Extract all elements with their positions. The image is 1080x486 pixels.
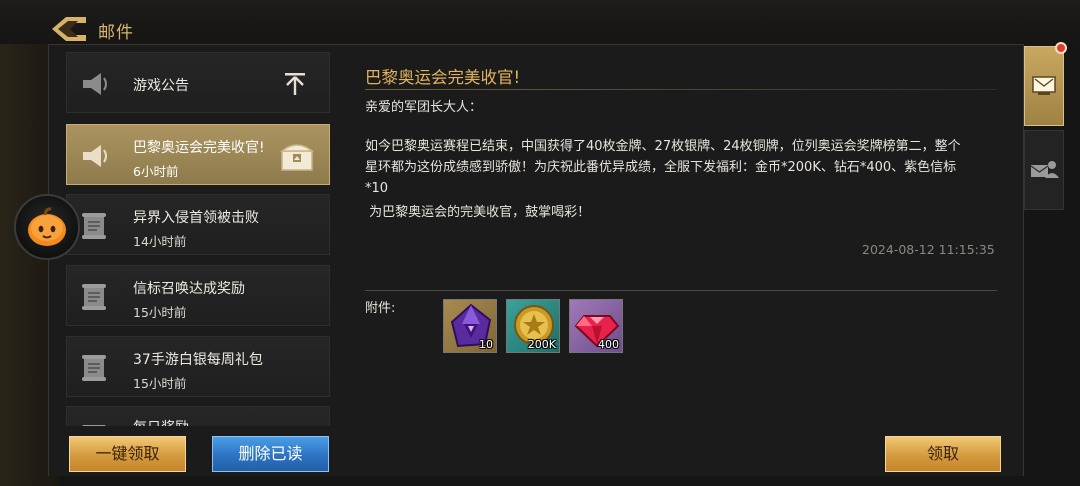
megaphone-icon bbox=[83, 73, 107, 95]
mail-title: 信标召唤达成奖励 bbox=[133, 281, 245, 297]
attachment-label: 附件: bbox=[365, 301, 396, 316]
mail-list[interactable]: 游戏公告 巴黎奥运会完美收官! 6小时前 异界入侵首领被击败 14小时前 信标召… bbox=[66, 52, 330, 426]
pumpkin-mascot-button[interactable] bbox=[14, 194, 80, 260]
tab-system-mail[interactable] bbox=[1024, 46, 1064, 126]
mail-item-olympics[interactable]: 巴黎奥运会完美收官! 6小时前 bbox=[66, 124, 330, 185]
contacts-mail-icon bbox=[1030, 161, 1059, 178]
page-title: 邮件 bbox=[98, 23, 134, 43]
mail-item-beacon-reward[interactable]: 信标召唤达成奖励 15小时前 bbox=[66, 265, 330, 326]
attachment-qty: 400 bbox=[598, 338, 619, 351]
mail-signoff: 为巴黎奥运会的完美收官，鼓掌喝彩！ bbox=[365, 205, 591, 220]
header-bar bbox=[0, 0, 1080, 44]
mail-body-line: 如今巴黎奥运赛程已结束，中国获得了40枚金牌、27枚银牌、24枚铜牌，位列奥运会… bbox=[365, 139, 961, 154]
back-arrow-icon bbox=[52, 17, 86, 41]
back-button[interactable] bbox=[50, 14, 88, 44]
scroll-icon bbox=[82, 284, 106, 310]
scroll-icon bbox=[82, 213, 106, 239]
mail-body-line: *10 bbox=[365, 181, 389, 196]
pin-top-icon bbox=[285, 73, 305, 95]
mail-body-line: 星环都为这份成绩感到骄傲！为庆祝此番优异成绩，全服下发福利：金币*200K、钻石… bbox=[365, 160, 957, 175]
megaphone-icon bbox=[83, 145, 107, 167]
claim-button[interactable]: 领取 bbox=[885, 436, 1001, 472]
scroll-icon bbox=[82, 425, 106, 426]
mail-body: 如今巴黎奥运赛程已结束，中国获得了40枚金牌、27枚银牌、24枚铜牌，位列奥运会… bbox=[365, 136, 1000, 199]
attachment-divider bbox=[365, 290, 997, 291]
mail-title: 每日奖励 bbox=[133, 417, 189, 426]
mail-time: 15小时前 bbox=[133, 305, 187, 320]
attachment-qty: 10 bbox=[479, 338, 493, 351]
mail-timestamp: 2024-08-12 11:15:35 bbox=[862, 242, 995, 257]
mail-item-announcement[interactable]: 游戏公告 bbox=[66, 52, 330, 113]
mail-item-daily-reward[interactable]: 每日奖励 bbox=[66, 406, 330, 426]
mail-greeting: 亲爱的军团长大人： bbox=[365, 100, 483, 115]
title-divider bbox=[365, 89, 997, 90]
mail-title: 37手游白银每周礼包 bbox=[133, 352, 263, 368]
tab-player-mail[interactable] bbox=[1024, 130, 1064, 210]
mail-title: 巴黎奥运会完美收官! bbox=[133, 140, 265, 156]
notification-dot bbox=[1055, 42, 1067, 54]
scroll-icon bbox=[82, 355, 106, 381]
mail-time: 15小时前 bbox=[133, 376, 187, 391]
delete-read-button[interactable]: 删除已读 bbox=[212, 436, 329, 472]
mail-item-boss-defeated[interactable]: 异界入侵首领被击败 14小时前 bbox=[66, 194, 330, 255]
attachment-qty: 200K bbox=[527, 338, 556, 351]
mail-title: 异界入侵首领被击败 bbox=[133, 210, 259, 226]
mail-title: 游戏公告 bbox=[133, 78, 189, 94]
attachment-purple-beacon[interactable]: 10 bbox=[443, 299, 497, 353]
mail-time: 6小时前 bbox=[133, 164, 179, 179]
monitor-mail-icon bbox=[1032, 76, 1056, 95]
pumpkin-icon bbox=[28, 207, 66, 246]
chest-icon bbox=[279, 144, 315, 171]
mail-time: 14小时前 bbox=[133, 234, 187, 249]
claim-all-button[interactable]: 一键领取 bbox=[69, 436, 186, 472]
attachment-diamond[interactable]: 400 bbox=[569, 299, 623, 353]
mail-item-weekly-pack[interactable]: 37手游白银每周礼包 15小时前 bbox=[66, 336, 330, 397]
mail-detail-title: 巴黎奥运会完美收官! bbox=[365, 68, 521, 87]
attachment-gold-coin[interactable]: 200K bbox=[506, 299, 560, 353]
